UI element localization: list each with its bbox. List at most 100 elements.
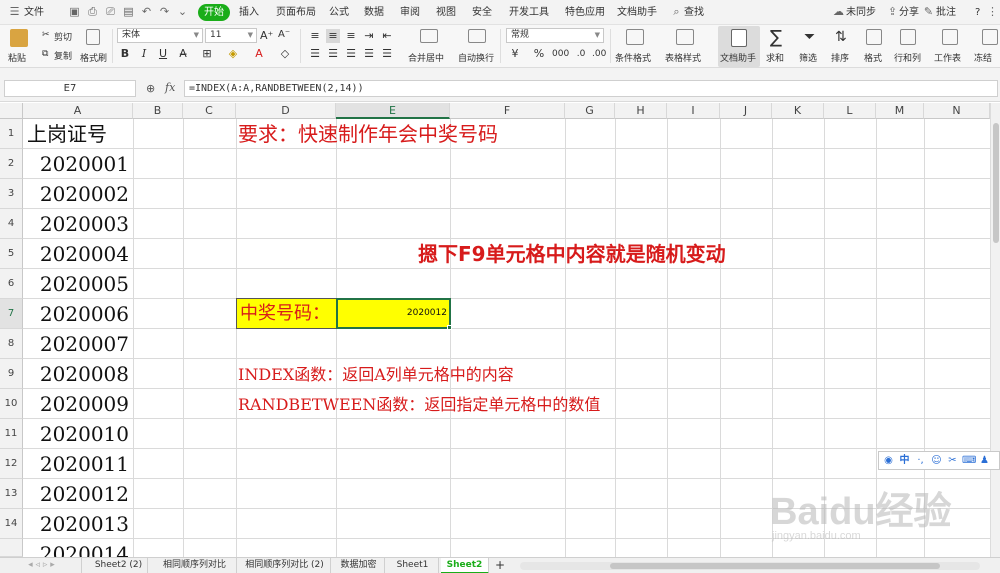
- row-header-12[interactable]: 12: [0, 449, 23, 479]
- column-header-f[interactable]: F: [450, 103, 565, 119]
- comment-button[interactable]: 批注: [936, 4, 956, 21]
- worksheet-icon[interactable]: [942, 29, 958, 45]
- hamburger-menu-icon[interactable]: ☰: [8, 5, 21, 18]
- wrap-text-icon[interactable]: [468, 29, 486, 43]
- doc-helper-icon[interactable]: [731, 29, 747, 47]
- tab-start[interactable]: 开始: [198, 4, 230, 21]
- cell-a15[interactable]: 2020014: [23, 539, 133, 557]
- cell-a2[interactable]: 2020001: [23, 149, 133, 179]
- sheet-tab-compare[interactable]: 相同顺序列对比: [153, 558, 237, 573]
- ime-punctuation-icon[interactable]: ·,: [914, 454, 927, 467]
- add-sheet-button[interactable]: +: [490, 558, 510, 573]
- tab-doc-helper[interactable]: 文档助手: [617, 4, 657, 21]
- increase-decimal-icon[interactable]: .0: [574, 47, 588, 61]
- decrease-decimal-icon[interactable]: .00: [592, 47, 606, 61]
- column-header-n[interactable]: N: [924, 103, 990, 119]
- name-box[interactable]: E7: [4, 80, 136, 97]
- bold-button[interactable]: B: [118, 47, 132, 61]
- align-right-icon[interactable]: ☰: [344, 47, 358, 61]
- horizontal-scrollbar-thumb[interactable]: [610, 563, 940, 569]
- column-header-h[interactable]: H: [615, 103, 667, 119]
- cut-button[interactable]: 剪切: [54, 30, 72, 43]
- distribute-icon[interactable]: ☰: [380, 47, 394, 61]
- cell-a11[interactable]: 2020010: [23, 419, 133, 449]
- ime-tools-icon[interactable]: ✂: [946, 454, 959, 467]
- column-header-m[interactable]: M: [876, 103, 924, 119]
- row-header-11[interactable]: 11: [0, 419, 23, 449]
- randbetween-explanation[interactable]: RANDBETWEEN函数：返回指定单元格中的数值: [238, 391, 600, 419]
- zoom-icon[interactable]: ⊕: [146, 82, 155, 95]
- cell-a13[interactable]: 2020012: [23, 479, 133, 509]
- format-icon[interactable]: [866, 29, 882, 45]
- sheet-tab-compare-2[interactable]: 相同顺序列对比 (2): [239, 558, 331, 573]
- percent-button[interactable]: %: [532, 47, 546, 61]
- align-middle-icon[interactable]: ≡: [326, 29, 340, 43]
- row-header-9[interactable]: 9: [0, 359, 23, 389]
- formula-input[interactable]: =INDEX(A:A,RANDBETWEEN(2,14)): [184, 80, 998, 97]
- column-header-i[interactable]: I: [667, 103, 720, 119]
- cell-a3[interactable]: 2020002: [23, 179, 133, 209]
- underline-button[interactable]: U: [156, 47, 170, 61]
- column-header-c[interactable]: C: [183, 103, 236, 119]
- cell-a5[interactable]: 2020004: [23, 239, 133, 269]
- number-format-select[interactable]: 常规 ▼: [506, 28, 604, 43]
- ime-user-icon[interactable]: ♟: [978, 454, 991, 467]
- row-header-1[interactable]: 1: [0, 119, 23, 149]
- tab-special-apps[interactable]: 特色应用: [565, 4, 605, 21]
- ime-keyboard-icon[interactable]: ⌨: [962, 454, 976, 467]
- column-header-l[interactable]: L: [824, 103, 876, 119]
- sum-button[interactable]: 求和: [766, 51, 784, 64]
- filter-icon[interactable]: ⏷: [804, 29, 815, 45]
- decrease-font-icon[interactable]: A⁻: [278, 29, 290, 40]
- winning-number-cell[interactable]: 2020012: [336, 298, 451, 329]
- cell-a1[interactable]: 上岗证号: [23, 119, 133, 149]
- tab-view[interactable]: 视图: [436, 4, 456, 21]
- requirement-text[interactable]: 要求：快速制作年会中奖号码: [238, 119, 498, 149]
- file-menu[interactable]: 文件: [24, 4, 44, 21]
- column-header-b[interactable]: B: [133, 103, 183, 119]
- fill-color-icon[interactable]: ◈: [226, 47, 240, 61]
- sync-status[interactable]: 未同步: [846, 4, 876, 21]
- row-header-8[interactable]: 8: [0, 329, 23, 359]
- ime-logo-icon[interactable]: ◉: [882, 454, 895, 467]
- row-header-15[interactable]: [0, 539, 23, 557]
- search-button[interactable]: 查找: [684, 4, 704, 21]
- copy-icon[interactable]: ⧉: [42, 49, 48, 59]
- tab-page-layout[interactable]: 页面布局: [276, 4, 316, 21]
- cell-a7[interactable]: 2020006: [23, 299, 133, 329]
- column-header-a[interactable]: A: [23, 103, 133, 119]
- tab-review[interactable]: 审阅: [400, 4, 420, 21]
- scrollbar-thumb[interactable]: [993, 123, 999, 243]
- horizontal-scrollbar[interactable]: [520, 562, 980, 570]
- strikethrough-icon[interactable]: A̶: [176, 47, 190, 61]
- row-header-2[interactable]: 2: [0, 149, 23, 179]
- help-button[interactable]: ?: [975, 4, 980, 21]
- row-header-5[interactable]: 5: [0, 239, 23, 269]
- increase-font-icon[interactable]: A⁺: [260, 29, 273, 42]
- merge-center-button[interactable]: 合并居中: [408, 51, 444, 64]
- copy-button[interactable]: 复制: [54, 49, 72, 62]
- table-style-button[interactable]: 表格样式: [665, 51, 701, 64]
- cell-a8[interactable]: 2020007: [23, 329, 133, 359]
- paste-button[interactable]: 粘贴: [8, 51, 26, 64]
- thousands-icon[interactable]: 000: [552, 47, 569, 61]
- worksheet-button[interactable]: 工作表: [934, 51, 961, 64]
- align-left-icon[interactable]: ☰: [308, 47, 322, 61]
- sheet-tab-sheet2-2[interactable]: Sheet2 (2): [90, 558, 148, 573]
- ime-chinese-mode[interactable]: 中: [898, 454, 911, 467]
- winning-number-label[interactable]: 中奖号码：: [236, 298, 337, 329]
- cell-a9[interactable]: 2020008: [23, 359, 133, 389]
- indent-icon[interactable]: ⇥: [362, 29, 376, 43]
- sum-icon[interactable]: ∑: [770, 27, 782, 48]
- row-header-6[interactable]: 6: [0, 269, 23, 299]
- row-col-button[interactable]: 行和列: [894, 51, 921, 64]
- fx-icon[interactable]: fx: [165, 81, 175, 94]
- merge-center-icon[interactable]: [420, 29, 438, 43]
- row-header-4[interactable]: 4: [0, 209, 23, 239]
- sheet-tab-sheet2[interactable]: Sheet2: [441, 558, 489, 573]
- tab-insert[interactable]: 插入: [239, 4, 259, 21]
- align-top-icon[interactable]: ≡: [308, 29, 322, 43]
- redo-icon[interactable]: ↷: [158, 5, 171, 18]
- row-header-3[interactable]: 3: [0, 179, 23, 209]
- more-options-icon[interactable]: ⋮: [986, 5, 999, 18]
